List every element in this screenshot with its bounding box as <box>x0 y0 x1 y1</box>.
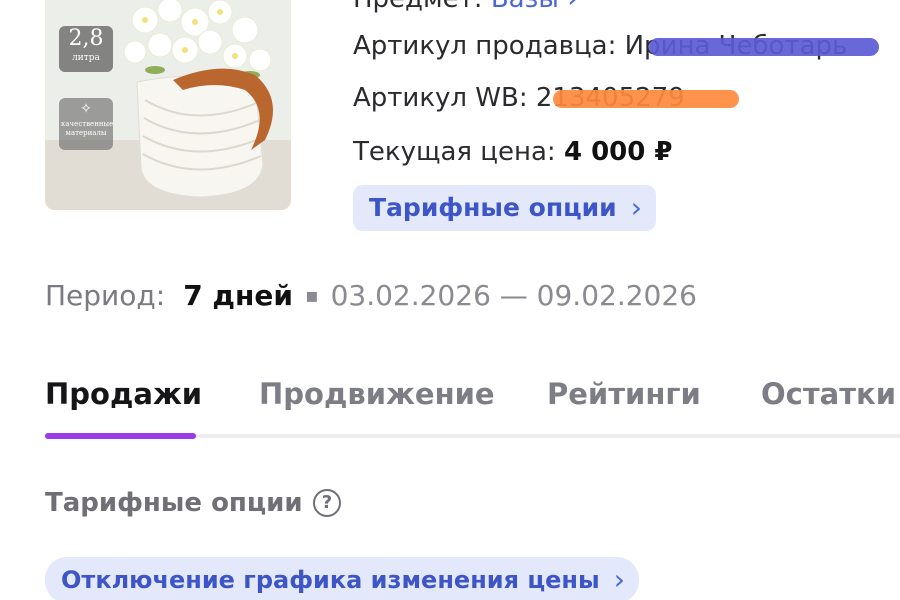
period-info: Период: 7 дней ▪ 03.02.2026 — 09.02.2026 <box>45 278 697 313</box>
tab-ratings[interactable]: Рейтинги <box>547 372 701 416</box>
period-separator: ▪ <box>305 283 319 307</box>
redaction-scribble <box>649 38 879 56</box>
price-value: 4 000 ₽ <box>563 137 673 167</box>
subject-row: Предмет: Вазы › <box>353 0 578 15</box>
period-range: 03.02.2026 — 09.02.2026 <box>330 279 697 312</box>
chevron-right-icon: › <box>630 191 642 224</box>
sparkle-icon: ✧ <box>80 101 92 117</box>
product-image[interactable]: 2,8 литра ✧ качественные материалы <box>45 0 291 210</box>
section-title: Тарифные опции <box>45 488 303 518</box>
chevron-right-icon: › <box>567 0 578 14</box>
tab-sales[interactable]: Продажи <box>45 372 202 416</box>
product-card-page: 2,8 литра ✧ качественные материалы Предм… <box>0 0 900 600</box>
period-days[interactable]: 7 дней <box>183 279 293 312</box>
tariff-options-label: Тарифные опции <box>369 193 617 222</box>
period-label: Период: <box>45 279 166 312</box>
tab-bar: Продажи Продвижение Рейтинги Остатки <box>45 372 900 440</box>
subject-label: Предмет: <box>353 0 483 14</box>
volume-unit: литра <box>72 53 100 63</box>
price-row: Текущая цена: 4 000 ₽ <box>353 136 673 168</box>
quality-badge: ✧ качественные материалы <box>59 98 113 150</box>
wb-article-label: Артикул WB: <box>353 83 528 113</box>
quality-label: качественные материалы <box>61 120 114 137</box>
disable-price-schedule-button[interactable]: Отключение графика изменения цены › <box>45 557 639 600</box>
price-label: Текущая цена: <box>353 137 556 167</box>
subject-value: Вазы <box>491 0 559 14</box>
seller-article-label: Артикул продавца: <box>353 31 617 61</box>
tariff-options-button[interactable]: Тарифные опции › <box>353 185 656 231</box>
redaction-scribble <box>553 90 739 108</box>
active-tab-indicator <box>45 433 196 439</box>
subject-link[interactable]: Вазы › <box>491 0 579 14</box>
volume-badge: 2,8 литра <box>59 26 113 72</box>
tab-stock[interactable]: Остатки <box>761 372 896 416</box>
help-circle-icon[interactable]: ? <box>313 489 341 517</box>
disable-price-schedule-label: Отключение графика изменения цены <box>61 566 600 594</box>
chevron-right-icon: › <box>613 563 625 596</box>
tab-promotion[interactable]: Продвижение <box>259 372 495 416</box>
volume-value: 2,8 <box>68 26 104 51</box>
